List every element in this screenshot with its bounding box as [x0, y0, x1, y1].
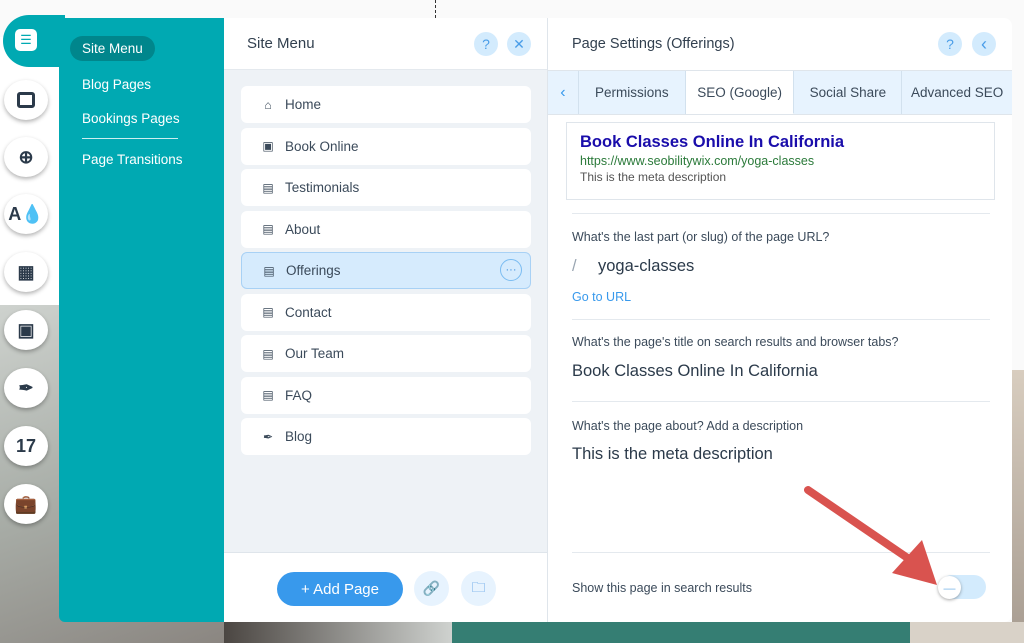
preview-title: Book Classes Online In California — [580, 133, 845, 151]
page-item[interactable]: ▤ Contact — [241, 293, 531, 331]
page-label: Blog — [285, 429, 313, 444]
page-label: Testimonials — [285, 180, 360, 195]
background-photo — [1012, 370, 1024, 643]
show-in-search-toggle[interactable]: — — [938, 575, 986, 599]
help-button[interactable]: ? — [474, 32, 498, 56]
page-item[interactable]: ▤ FAQ — [241, 376, 531, 414]
page-item[interactable]: ⌂ Home — [241, 86, 531, 123]
page-item[interactable]: ▤ Our Team — [241, 335, 531, 372]
pen-icon: ✒ — [262, 429, 274, 444]
divider — [572, 319, 990, 320]
calendar-icon: ▣ — [262, 139, 274, 153]
site-menu-panel: Site Menu ? ✕ ⌂ Home ▣ Book Online ▤ Testimon… — [224, 18, 548, 622]
slug-label: What's the last part (or slug) of the pa… — [572, 230, 830, 244]
page-label: Home — [285, 97, 322, 112]
panel-title: Page Settings (Offerings) — [572, 36, 735, 52]
tab-social-share[interactable]: Social Share — [794, 71, 903, 114]
submenu-bookings-pages[interactable]: Bookings Pages — [82, 111, 180, 126]
business-briefcase-icon[interactable]: 💼 — [4, 484, 48, 524]
page-icon: ▤ — [262, 388, 274, 402]
page-icon: ▤ — [262, 222, 274, 236]
page-label: Contact — [285, 304, 332, 320]
page-icon: ▤ — [263, 263, 275, 278]
help-button[interactable]: ? — [938, 32, 962, 56]
divider — [572, 401, 990, 402]
page-label: Offerings — [286, 263, 341, 278]
title-input[interactable]: Book Classes Online In California — [572, 362, 818, 381]
preview-description: This is the meta description — [580, 170, 727, 184]
tab-seo-google[interactable]: SEO (Google) — [685, 71, 795, 114]
pages-icon: ☰ — [15, 29, 37, 51]
show-in-search-label: Show this page in search results — [572, 581, 752, 595]
blog-pen-icon[interactable]: ✒ — [4, 368, 48, 408]
page-item[interactable]: ▤ About — [241, 210, 531, 248]
background-icon[interactable] — [4, 80, 48, 120]
google-preview: Book Classes Online In California https:… — [566, 122, 995, 200]
slug-input[interactable]: yoga-classes — [598, 257, 694, 276]
tab-advanced-seo[interactable]: Advanced SEO — [902, 71, 1012, 114]
minus-icon: — — [938, 576, 961, 599]
close-button[interactable]: ✕ — [507, 32, 531, 56]
page-item[interactable]: ▣ Book Online — [241, 127, 531, 165]
more-actions-button[interactable]: ··· — [500, 259, 522, 281]
page-icon: ▤ — [262, 346, 274, 361]
pages-submenu: Site Menu Blog Pages Bookings Pages Page… — [59, 18, 224, 622]
page-label: FAQ — [285, 387, 313, 403]
go-to-url-link[interactable]: Go to URL — [572, 290, 631, 304]
media-icon[interactable]: ▣ — [4, 310, 48, 350]
guide-line — [435, 0, 436, 18]
title-label: What's the page's title on search result… — [572, 335, 899, 349]
bookings-calendar-icon[interactable]: 17 — [4, 426, 48, 466]
submenu-site-menu[interactable]: Site Menu — [70, 36, 155, 61]
page-settings-panel: Page Settings (Offerings) ? ‹ ‹ Permissi… — [548, 18, 1012, 622]
design-icon[interactable]: A💧 — [4, 194, 48, 234]
pages-tool-active[interactable]: ☰ — [3, 15, 65, 67]
site-section-background — [452, 622, 912, 643]
submenu-blog-pages[interactable]: Blog Pages — [82, 77, 151, 92]
background-photo — [910, 622, 1024, 643]
submenu-page-transitions[interactable]: Page Transitions — [82, 152, 183, 167]
tab-permissions[interactable]: Permissions — [579, 71, 686, 114]
divider — [572, 552, 990, 553]
tabs-scroll-left[interactable]: ‹ — [548, 71, 579, 114]
page-label: Our Team — [285, 346, 345, 361]
add-page-button[interactable]: + Add Page — [277, 572, 403, 606]
settings-tabs: ‹ Permissions SEO (Google) Social Share … — [548, 70, 1012, 115]
description-label: What's the page about? Add a description — [572, 419, 804, 433]
divider — [572, 213, 990, 214]
page-icon: ▤ — [262, 305, 274, 319]
add-folder-icon[interactable]: 🗀 — [461, 571, 496, 606]
back-button[interactable]: ‹ — [972, 32, 996, 56]
add-link-icon[interactable]: 🔗 — [414, 571, 449, 606]
page-item[interactable]: ▤ Testimonials — [241, 169, 531, 206]
page-label: About — [285, 221, 321, 237]
preview-url: https://www.seobilitywix.com/yoga-classe… — [580, 154, 815, 168]
panel-title: Site Menu — [247, 35, 315, 52]
description-input[interactable]: This is the meta description — [572, 445, 773, 464]
add-apps-icon[interactable]: ▦ — [4, 252, 48, 292]
page-item[interactable]: ▤ Offerings ··· — [241, 252, 531, 289]
page-icon: ▤ — [262, 180, 274, 195]
page-item[interactable]: ✒ Blog — [241, 418, 531, 455]
add-icon[interactable]: ⊕ — [4, 137, 48, 177]
divider — [82, 138, 178, 139]
home-icon: ⌂ — [264, 97, 272, 112]
page-label: Book Online — [285, 138, 359, 154]
background-photo — [224, 622, 452, 643]
slug-prefix: / — [572, 257, 577, 275]
